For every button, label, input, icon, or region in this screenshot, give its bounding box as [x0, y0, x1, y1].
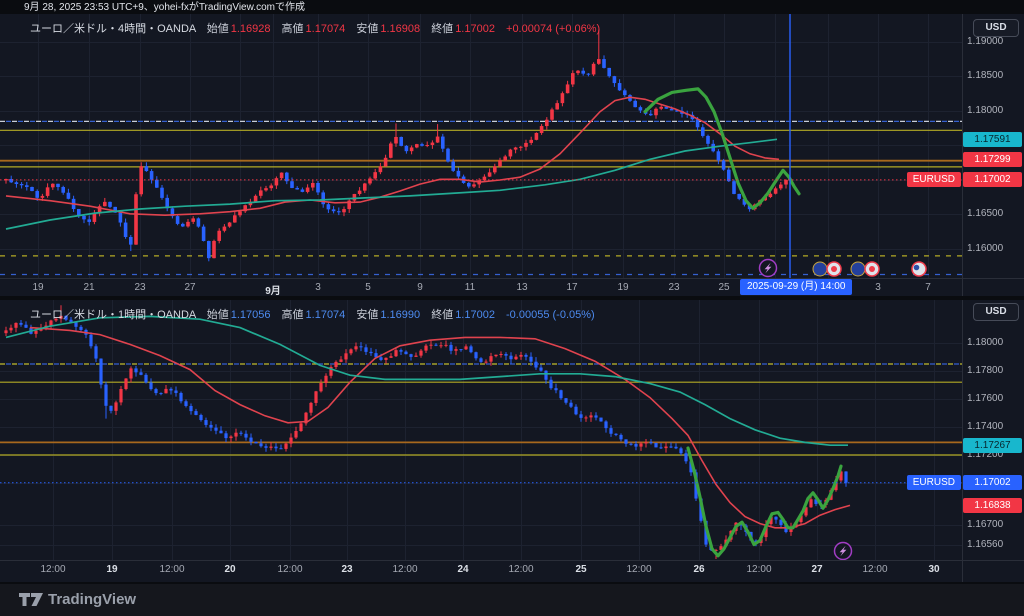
price-tick-label: 1.17800 [967, 365, 1004, 376]
time-axis-label: 17 [566, 282, 578, 293]
time-axis-label: 12:00 [159, 564, 185, 575]
time-axis-label: 21 [83, 282, 95, 293]
time-axis-label: 12:00 [862, 564, 888, 575]
time-axis-label: 12:00 [392, 564, 418, 575]
price-tick-label: 1.17600 [967, 393, 1004, 404]
time-axis-label: 19 [617, 282, 629, 293]
price-badge: 1.17002 [963, 475, 1022, 490]
time-axis-label: 3 [315, 282, 321, 293]
tradingview-published-chart: 9月 28, 2025 23:53 UTC+9、yohei-fxがTrading… [0, 0, 1024, 616]
high-label: 高値 [281, 309, 304, 321]
lightning-event-icon[interactable] [833, 541, 853, 560]
economic-event-flags-icon[interactable] [812, 261, 842, 277]
crosshair-date-badge: 2025-09-29 (月) 14:00 [740, 279, 853, 295]
price-badge: 1.17591 [963, 132, 1022, 147]
open-label: 始値 [206, 23, 229, 35]
close-label: 終値 [431, 23, 454, 35]
time-axis-label: 13 [516, 282, 528, 293]
time-axis-label: 23 [341, 564, 353, 575]
time-axis-label: 27 [811, 564, 823, 575]
low-label: 安値 [356, 309, 379, 321]
time-axis-label: 20 [224, 564, 236, 575]
footer-bar: TradingView [0, 584, 1024, 616]
open-value: 1.16928 [230, 23, 271, 35]
time-axis-label: 12:00 [508, 564, 534, 575]
chart-legend-4h: ユーロ／米ドル・4時間・OANDA 始値 1.16928 高値 1.17074 安値… [30, 20, 600, 36]
time-axis-label: 24 [457, 564, 469, 575]
symbol-title[interactable]: ユーロ／米ドル・4時間・OANDA [30, 23, 196, 35]
high-value: 1.17074 [305, 23, 346, 35]
price-tick-label: 1.16000 [967, 243, 1004, 254]
time-axis-label: 12:00 [277, 564, 303, 575]
time-axis-label: 3 [875, 282, 881, 293]
time-axis-label: 12:00 [746, 564, 772, 575]
price-tick-label: 1.19000 [967, 36, 1004, 47]
time-axis-label: 19 [32, 282, 44, 293]
time-axis-label: 27 [184, 282, 196, 293]
currency-usd-button[interactable]: USD [973, 19, 1019, 37]
event-icons[interactable] [833, 541, 853, 560]
open-value: 1.17056 [230, 309, 271, 321]
price-tick-label: 1.18000 [967, 337, 1004, 348]
time-axis-label: 9 [417, 282, 423, 293]
pane-4h-axis-border [0, 278, 1024, 279]
time-axis-label: 30 [928, 564, 940, 575]
high-value: 1.17074 [305, 309, 346, 321]
green-drawing-curve[interactable] [686, 446, 843, 558]
time-axis-label: 7 [925, 282, 931, 293]
time-axis-label: 25 [575, 564, 587, 575]
lightning-event-icon[interactable] [758, 258, 778, 278]
symbol-title[interactable]: ユーロ／米ドル・1時間・OANDA [30, 309, 196, 321]
close-value: 1.17002 [455, 309, 495, 321]
price-badge: 1.17267 [963, 438, 1022, 453]
attribution-text: 9月 28, 2025 23:53 UTC+9、yohei-fxがTrading… [24, 2, 305, 13]
time-axis-label: 23 [668, 282, 680, 293]
price-tick-label: 1.17400 [967, 421, 1004, 432]
low-value: 1.16990 [380, 309, 421, 321]
tradingview-wordmark[interactable]: TradingView [48, 591, 136, 608]
symbol-badge: EURUSD [906, 475, 961, 490]
time-axis-label: 9月 [265, 286, 281, 297]
time-axis-label: 12:00 [40, 564, 66, 575]
change-value: +0.00074 (+0.06%) [506, 23, 601, 35]
grid [0, 14, 962, 278]
tradingview-logo-icon[interactable] [18, 590, 48, 610]
chart-legend-1h: ユーロ／米ドル・1時間・OANDA 始値 1.17056 高値 1.17074 安値… [30, 306, 595, 322]
price-badge: 1.16838 [963, 498, 1022, 513]
currency-usd-button[interactable]: USD [973, 303, 1019, 321]
change-value: -0.00055 (-0.05%) [506, 309, 595, 321]
candlestick-chart-4時間[interactable] [0, 14, 962, 278]
price-tick-label: 1.16560 [967, 539, 1004, 550]
time-axis-label: 23 [134, 282, 146, 293]
time-axis-label: 11 [464, 282, 476, 293]
time-axis-label: 12:00 [626, 564, 652, 575]
open-label: 始値 [206, 309, 229, 321]
pane-1h-axis-border [0, 560, 1024, 561]
price-tick-label: 1.16500 [967, 208, 1004, 219]
time-axis-label: 5 [365, 282, 371, 293]
price-tick-label: 1.16700 [967, 519, 1004, 530]
low-label: 安値 [356, 23, 379, 35]
price-badge: 1.17299 [963, 152, 1022, 167]
economic-event-flag-icon[interactable] [911, 261, 927, 277]
price-badge: 1.17002 [963, 172, 1022, 187]
economic-event-flags-icon[interactable] [850, 261, 880, 277]
time-axis-label: 26 [693, 564, 705, 575]
symbol-badge: EURUSD [906, 172, 961, 187]
close-value: 1.17002 [455, 23, 495, 35]
horizontal-level-lines[interactable] [0, 120, 962, 276]
price-tick-label: 1.18000 [967, 105, 1004, 116]
price-tick-label: 1.18500 [967, 70, 1004, 81]
low-value: 1.16908 [380, 23, 421, 35]
close-label: 終値 [431, 309, 454, 321]
high-label: 高値 [281, 23, 304, 35]
ma-slow-line[interactable] [5, 315, 848, 447]
time-axis-label: 19 [106, 564, 118, 575]
candlestick-chart-1時間[interactable] [0, 300, 962, 560]
grid [0, 300, 962, 560]
